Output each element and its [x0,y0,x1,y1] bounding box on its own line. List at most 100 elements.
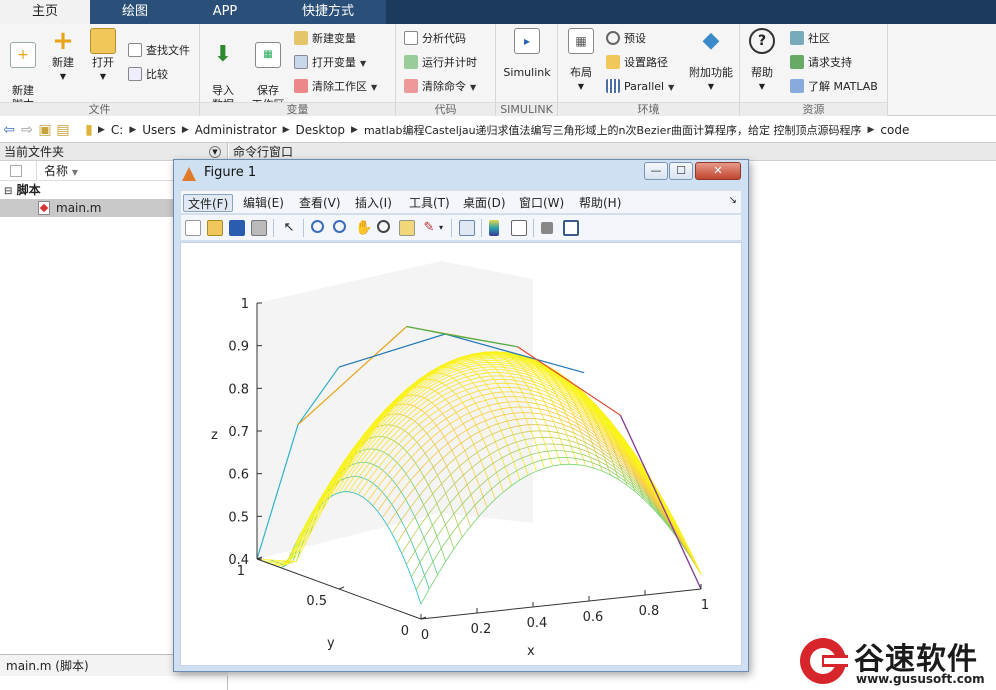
menu-file[interactable]: 文件(F) [183,194,234,212]
tab-apps[interactable]: APP [180,0,270,24]
run-time-label: 运行并计时 [422,56,477,69]
surface-plot[interactable]: 0.40.50.60.70.80.910 0.2 0.4 0.6 0.8 100.51 z… [181,243,741,665]
find-files-icon [128,43,142,57]
legend-icon[interactable] [511,220,527,236]
menu-insert[interactable]: 插入(I) [351,194,396,212]
save-workspace-button[interactable]: ▦ 保存 工作区 [248,28,288,112]
open-file-icon[interactable] [207,220,223,236]
name-column-label: 名称 [44,164,69,178]
figure-canvas[interactable]: 0.4 0.5 0.6 0.7 0.8 0.9 1 0 0.2 0.4 0.6 0.8 1 0 0.5 1 z… [180,242,742,666]
breadcrumb-item[interactable]: Desktop [296,123,346,137]
gear-icon [606,31,620,45]
collapse-icon[interactable]: ⊟ [4,186,12,197]
breadcrumb-item[interactable]: matlab编程Casteljau递归求值法编写三角形域上的n次Bezier曲面… [364,122,862,138]
tab-home[interactable]: 主页 [0,0,90,24]
open-variable-button[interactable]: 打开变量 ▼ [294,54,366,72]
x-tick-label: 0.4 [527,616,548,631]
analyze-code-button[interactable]: 分析代码 [404,30,466,48]
chevron-down-icon[interactable]: ▼ [209,146,221,158]
set-path-button[interactable]: 设置路径 [606,54,668,72]
rotate-3d-icon[interactable] [377,220,390,233]
figure-window: Figure 1 — ☐ ✕ 文件(F) 编辑(E) 查看(V) 插入(I) 工… [173,159,749,672]
close-button[interactable]: ✕ [695,162,741,180]
clear-workspace-icon [294,79,308,93]
figure-menu-bar: 文件(F) 编辑(E) 查看(V) 插入(I) 工具(T) 桌面(D) 窗口(W… [180,190,742,214]
y-tick-label: 1 [237,564,245,579]
new-script-button[interactable]: + 新建 脚本 [6,28,40,112]
menu-tools[interactable]: 工具(T) [405,194,454,212]
new-button[interactable]: + 新建 ▼ [46,28,80,84]
breadcrumb-item[interactable]: Administrator [195,123,277,137]
data-cursor-icon[interactable] [399,220,415,236]
toolbar-divider [273,219,274,237]
zoom-out-icon[interactable] [333,220,346,233]
chevron-down-icon: ▼ [371,83,378,92]
new-script-icon: + [10,42,36,68]
compare-button[interactable]: 比较 [128,66,168,84]
parallel-button[interactable]: Parallel ▼ [606,78,674,96]
help-label: 帮助 [751,66,773,79]
new-variable-button[interactable]: 新建变量 [294,30,356,48]
link-plot-icon[interactable] [459,220,475,236]
layout-button[interactable]: ▦ 布局 ▼ [562,28,600,94]
maximize-button[interactable]: ☐ [669,162,693,180]
colorbar-icon[interactable] [489,220,499,236]
request-support-button[interactable]: 请求支持 [790,54,852,72]
back-arrow-icon[interactable]: ⇦ [0,122,18,138]
figure-toolbar: ↖ ✋ ✎ ▾ [180,215,742,241]
breadcrumb-item[interactable]: C: [111,123,123,137]
new-label: 新建 [52,56,74,69]
tab-plots[interactable]: 绘图 [90,0,180,24]
menu-desktop[interactable]: 桌面(D) [459,194,510,212]
find-files-button[interactable]: 查找文件 [128,42,190,60]
preferences-button[interactable]: 预设 [606,30,646,48]
new-figure-icon[interactable] [185,220,201,236]
print-icon[interactable] [251,220,267,236]
import-data-button[interactable]: ⬇ 导入 数据 [206,28,240,112]
save-icon[interactable] [229,220,245,236]
up-folder-icon[interactable]: ▣ [36,122,54,138]
tab-shortcuts[interactable]: 快捷方式 [270,0,386,24]
browse-folder-icon[interactable]: ▤ [54,122,72,138]
menu-view[interactable]: 查看(V) [295,194,345,212]
pointer-icon[interactable]: ↖ [281,220,297,236]
new-variable-label: 新建变量 [312,32,356,45]
chevron-down-icon[interactable]: ▾ [439,223,443,232]
clear-workspace-button[interactable]: 清除工作区 ▼ [294,78,377,96]
watermark-logo [800,638,848,684]
clear-commands-label: 清除命令 [422,80,466,93]
breadcrumb-separator: ▶ [282,124,290,135]
learn-matlab-button[interactable]: 了解 MATLAB [790,78,878,96]
run-and-time-button[interactable]: 运行并计时 [404,54,477,72]
toolbar-divider [451,219,452,237]
hide-plot-tools-icon[interactable] [541,222,553,234]
pan-hand-icon[interactable]: ✋ [355,220,372,236]
addons-cubes-icon: ◆ [702,28,720,53]
breadcrumb-item[interactable]: code [880,123,909,137]
figure-title-bar[interactable]: Figure 1 — ☐ ✕ [174,160,748,188]
chevron-down-icon: ▼ [360,59,367,68]
help-button[interactable]: ? 帮助 ▼ [744,28,780,94]
community-button[interactable]: 社区 [790,30,830,48]
name-column-header[interactable]: 名称 ▼ [44,161,78,183]
clear-commands-button[interactable]: 清除命令 ▼ [404,78,476,96]
menu-window[interactable]: 窗口(W) [515,194,568,212]
folder-icon: ▮ [85,121,93,138]
brush-icon[interactable]: ✎ [421,220,437,236]
open-button[interactable]: 打开 ▼ [86,28,120,84]
show-plot-tools-icon[interactable] [563,220,579,236]
ribbon: + 新建 脚本 + 新建 ▼ 打开 ▼ 查找文件 比较 文件 ⬇ 导入 数据 ▦… [0,24,996,116]
folder-name: 脚本 [16,183,41,197]
variable-group-label: 变量 [200,102,395,116]
addons-button[interactable]: ◆ 附加功能 ▼ [686,28,736,94]
resources-group: ? 帮助 ▼ 社区 请求支持 了解 MATLAB 资源 [740,24,888,116]
toolbar-divider [481,219,482,237]
dock-arrow-icon[interactable]: ↘ [729,195,737,206]
minimize-button[interactable]: — [644,162,668,180]
zoom-in-icon[interactable] [311,220,324,233]
menu-help[interactable]: 帮助(H) [575,194,625,212]
breadcrumb-item[interactable]: Users [142,123,176,137]
forward-arrow-icon[interactable]: ⇨ [18,122,36,138]
menu-edit[interactable]: 编辑(E) [239,194,288,212]
simulink-button[interactable]: ▸ Simulink [500,28,554,80]
